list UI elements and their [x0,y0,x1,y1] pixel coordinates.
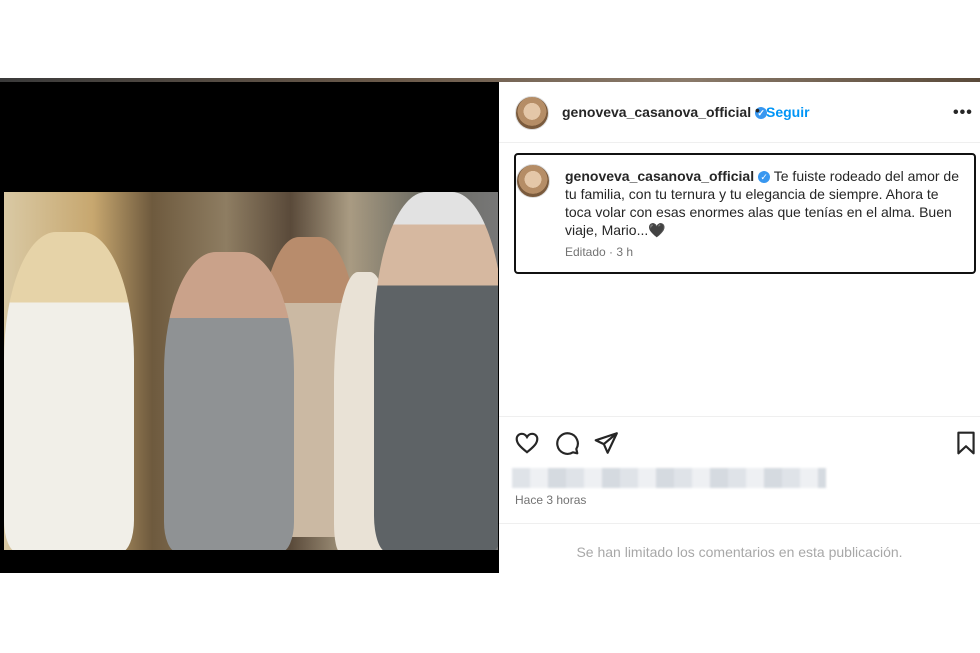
heart-icon[interactable] [514,430,540,456]
separator-dot: • [755,102,760,118]
edited-label: Editado · 3 h [565,245,634,259]
post-timestamp[interactable]: Hace 3 horas [515,493,586,507]
share-icon[interactable] [593,430,619,456]
header-username[interactable]: genoveva_casanova_official ✓ [562,104,768,120]
photo-person [4,232,134,550]
caption-username[interactable]: genoveva_casanova_official [565,168,754,184]
likes-blurred [512,468,826,488]
comment-icon[interactable] [554,430,580,456]
photo-person [164,252,294,550]
photo-person [374,192,498,550]
comments-limited-notice: Se han limitado los comentarios en esta … [499,523,980,574]
post-photo [4,192,498,550]
username-text[interactable]: genoveva_casanova_official [562,104,751,120]
avatar[interactable] [516,164,550,198]
caption-box: genoveva_casanova_official ✓ Te fuiste ro… [514,153,976,274]
bookmark-icon[interactable] [953,430,979,456]
post-header: genoveva_casanova_official ✓ • Seguir ••• [499,82,980,143]
verified-icon: ✓ [758,171,771,184]
more-icon[interactable]: ••• [953,104,973,122]
follow-button[interactable]: Seguir [766,104,810,120]
caption: genoveva_casanova_official ✓ Te fuiste ro… [565,167,965,239]
avatar[interactable] [515,96,549,130]
post-media[interactable] [0,82,499,573]
post-panel: genoveva_casanova_official ✓ • Seguir •••… [499,82,980,573]
